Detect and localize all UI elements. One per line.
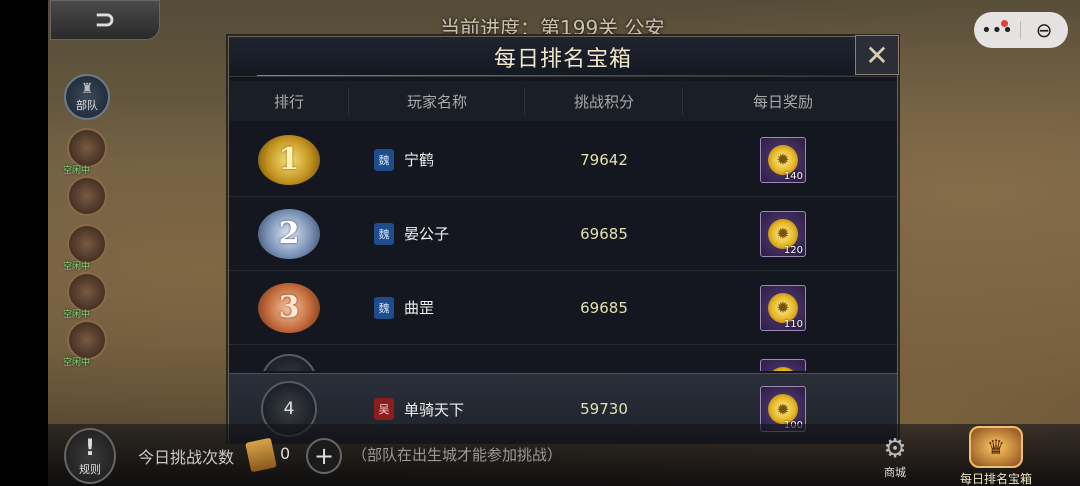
bottom-bar: ! 规则 今日挑战次数 0 + （部队在出生城才能参加挑战） ⚙ 商城 ♛ 每日… bbox=[48, 424, 1080, 486]
army-sidebar: ♜ 部队 空闲中 空闲中 空闲中 空闲中 bbox=[63, 74, 112, 368]
back-button[interactable]: ⊃ bbox=[50, 0, 160, 40]
header-divider bbox=[257, 75, 857, 76]
reward-item[interactable]: ✹ 110 bbox=[760, 284, 806, 331]
player-name: 曲罡 bbox=[404, 299, 435, 317]
player-name: 单骑天下 bbox=[404, 400, 465, 419]
table-row-partial: ✹ bbox=[229, 345, 897, 371]
hero-avatar[interactable]: 空闲中 bbox=[63, 272, 107, 320]
player-score: 69685 bbox=[580, 224, 628, 243]
hero-avatar[interactable]: 空闲中 bbox=[63, 224, 107, 272]
shop-label: 商城 bbox=[884, 466, 906, 479]
shop-icon: ⚙ bbox=[883, 434, 907, 464]
modal-title: 每日排名宝箱 bbox=[493, 47, 632, 72]
reward-count: 110 bbox=[783, 318, 803, 330]
more-dots-icon[interactable]: ••• bbox=[974, 19, 1020, 41]
mini-program-capsule: ••• ⊖ bbox=[974, 12, 1068, 48]
faction-wei-icon: 魏 bbox=[374, 222, 394, 245]
minimize-icon[interactable]: ⊖ bbox=[1021, 18, 1067, 42]
player-score: 79642 bbox=[580, 150, 628, 169]
rank-list[interactable]: 1 魏宁鹤 79642 ✹ 140 2 魏晏公子 69685 ✹ 120 3 魏曲罡… bbox=[229, 123, 897, 371]
attempts-count: 0 bbox=[280, 444, 291, 463]
daily-rank-chest-button[interactable]: ♛ 每日排名宝箱 bbox=[948, 426, 1044, 486]
daily-rank-chest-modal: 每日排名宝箱 ✕ 排行 玩家名称 挑战积分 每日奖励 1 魏宁鹤 79642 ✹… bbox=[228, 35, 899, 443]
column-score: 挑战积分 bbox=[525, 86, 683, 115]
add-attempts-button[interactable]: + bbox=[306, 438, 342, 474]
exclamation-icon: ! bbox=[84, 435, 96, 461]
back-arrow-icon: ⊃ bbox=[94, 5, 116, 35]
shop-button[interactable]: ⚙ 商城 bbox=[870, 434, 920, 484]
treasure-chest-icon: ♛ bbox=[969, 426, 1023, 468]
column-reward: 每日奖励 bbox=[752, 92, 813, 111]
silver-rank-badge-icon: 2 bbox=[258, 208, 320, 259]
hero-status: 空闲中 bbox=[63, 166, 91, 176]
left-black-bar bbox=[0, 0, 48, 486]
table-header: 排行 玩家名称 挑战积分 每日奖励 bbox=[229, 81, 897, 121]
faction-wei-icon: 魏 bbox=[374, 148, 394, 171]
faction-wei-icon: 魏 bbox=[374, 296, 394, 319]
hero-status: 空闲中 bbox=[63, 310, 91, 320]
hero-avatar[interactable]: 空闲中 bbox=[63, 320, 107, 368]
chest-label: 每日排名宝箱 bbox=[959, 472, 1032, 486]
player-score: 59730 bbox=[580, 400, 628, 418]
reward-item[interactable]: ✹ bbox=[760, 358, 806, 371]
hero-status: 空闲中 bbox=[63, 358, 91, 368]
attempts-label: 今日挑战次数 bbox=[138, 448, 235, 467]
rules-label: 规则 bbox=[79, 462, 101, 476]
gold-coin-icon: ✹ bbox=[768, 366, 798, 371]
player-score: 69685 bbox=[580, 298, 628, 317]
reward-count: 120 bbox=[783, 244, 803, 256]
table-row: 1 魏宁鹤 79642 ✹ 140 bbox=[229, 123, 897, 197]
rank-badge-icon bbox=[261, 353, 317, 371]
hero-status: 空闲中 bbox=[63, 262, 91, 272]
table-row: 3 魏曲罡 69685 ✹ 110 bbox=[229, 271, 897, 345]
column-rank: 排行 bbox=[229, 86, 349, 115]
hero-avatar[interactable] bbox=[67, 176, 107, 216]
close-button[interactable]: ✕ bbox=[855, 35, 899, 75]
reward-item[interactable]: ✹ 140 bbox=[760, 136, 806, 183]
player-name: 宁鹤 bbox=[404, 151, 435, 169]
bronze-rank-badge-icon: 3 bbox=[258, 282, 320, 333]
gold-rank-badge-icon: 1 bbox=[258, 134, 320, 185]
column-player-name: 玩家名称 bbox=[349, 86, 525, 115]
army-icon: ♜ bbox=[80, 81, 94, 97]
player-name: 晏公子 bbox=[404, 225, 450, 243]
army-label: 部队 bbox=[76, 99, 98, 112]
table-row: 2 魏晏公子 69685 ✹ 120 bbox=[229, 197, 897, 271]
modal-header: 每日排名宝箱 bbox=[229, 37, 897, 77]
challenge-ticket-icon bbox=[245, 437, 277, 473]
reward-item[interactable]: ✹ 120 bbox=[760, 210, 806, 257]
challenge-hint: （部队在出生城才能参加挑战） bbox=[352, 446, 563, 464]
rules-button[interactable]: ! 规则 bbox=[64, 428, 116, 484]
army-button[interactable]: ♜ 部队 bbox=[64, 74, 110, 120]
faction-wu-icon: 吴 bbox=[374, 398, 394, 420]
hero-avatar[interactable]: 空闲中 bbox=[63, 128, 107, 176]
reward-count: 140 bbox=[783, 170, 803, 182]
